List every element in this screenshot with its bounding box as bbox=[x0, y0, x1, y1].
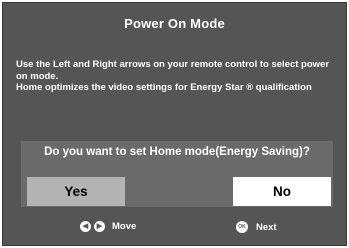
no-button[interactable]: No bbox=[233, 177, 331, 206]
description-home-info: Home optimizes the video settings for En… bbox=[16, 82, 312, 93]
description: Use the Left and Right arrows on your re… bbox=[16, 59, 338, 94]
description-instructions: Use the Left and Right arrows on your re… bbox=[16, 59, 330, 82]
ok-button-icon: OK bbox=[236, 221, 248, 233]
move-hint-label: Move bbox=[112, 221, 137, 232]
dialog-question: Do you want to set Home mode(Energy Savi… bbox=[44, 146, 310, 158]
home-mode-dialog: Do you want to set Home mode(Energy Savi… bbox=[21, 141, 333, 207]
right-arrow-button-icon: ▶ bbox=[94, 221, 105, 232]
left-arrow-button-icon: ◀ bbox=[80, 221, 91, 232]
yes-button[interactable]: Yes bbox=[27, 177, 125, 206]
page-title: Power On Mode bbox=[124, 16, 225, 31]
move-hint: ◀ ▶ Move bbox=[80, 221, 136, 232]
power-on-mode-screen: Power On Mode Use the Left and Right arr… bbox=[2, 2, 347, 246]
navigation-hints: ◀ ▶ Move OK Next bbox=[3, 221, 346, 237]
next-hint: OK Next bbox=[236, 221, 277, 233]
next-hint-label: Next bbox=[256, 221, 277, 233]
